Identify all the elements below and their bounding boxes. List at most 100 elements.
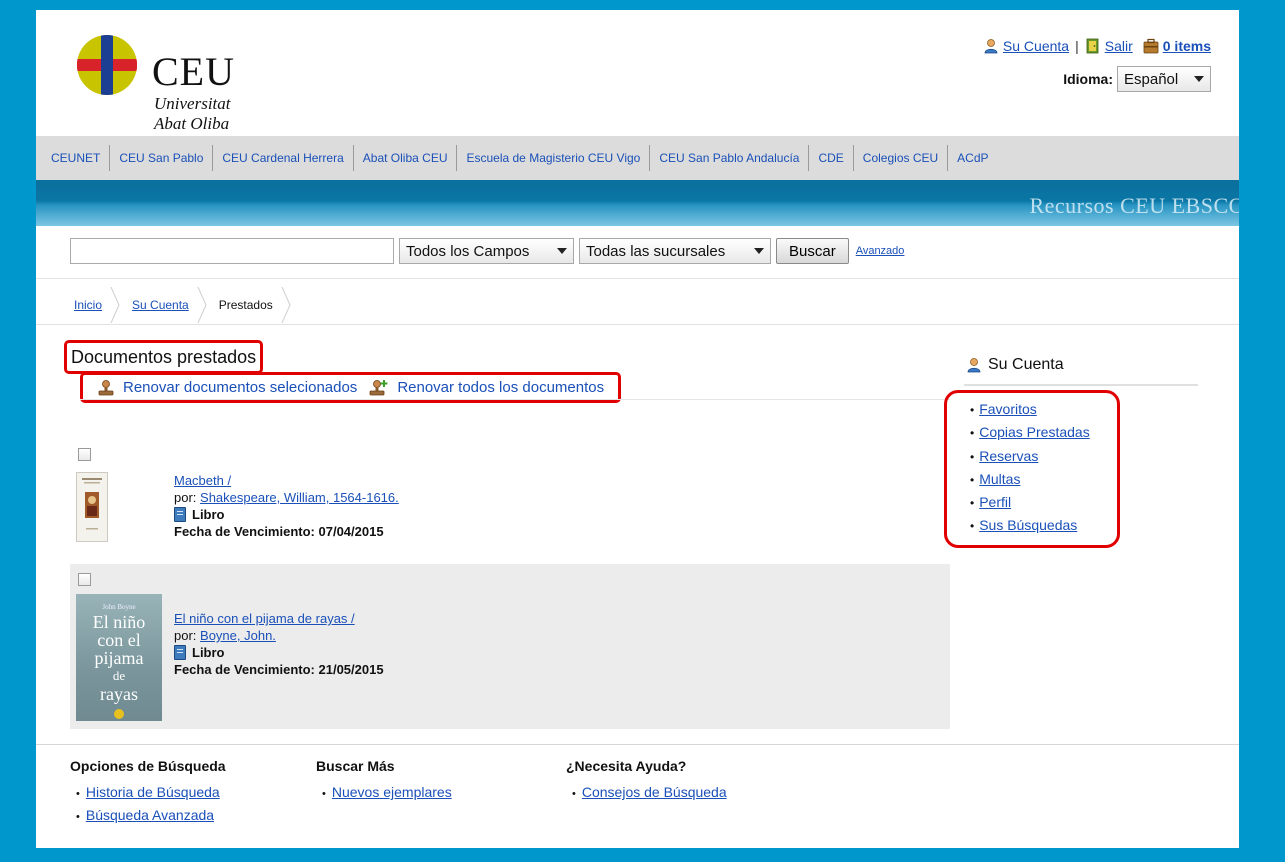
- footer-link[interactable]: Búsqueda Avanzada: [86, 807, 214, 823]
- footer-link-list: Nuevos ejemplares: [316, 782, 452, 805]
- author-link[interactable]: Boyne, John.: [200, 628, 276, 643]
- footer-list-item: Nuevos ejemplares: [322, 782, 452, 805]
- footer-list-item: Búsqueda Avanzada: [76, 805, 226, 828]
- sidebar-link-3[interactable]: Multas: [979, 471, 1020, 487]
- nav-link-3[interactable]: Abat Oliba CEU: [354, 145, 458, 171]
- sidebar-item: Multas: [970, 468, 1090, 491]
- nav-link-2[interactable]: CEU Cardenal Herrera: [213, 145, 354, 171]
- footer-column-title: ¿Necesita Ayuda?: [566, 758, 687, 774]
- item-title-link[interactable]: Macbeth /: [174, 473, 231, 488]
- item-checkbox[interactable]: [78, 573, 91, 586]
- by-label: por:: [174, 490, 197, 505]
- nav-link-0[interactable]: CEUNET: [42, 145, 111, 171]
- ceu-cross-icon: [77, 35, 137, 95]
- sidebar-item: Perfil: [970, 491, 1090, 514]
- nav-link-5[interactable]: CEU San Pablo Andalucía: [650, 145, 810, 171]
- book-icon: [174, 645, 186, 660]
- footer-link-list: Historia de Búsqueda Búsqueda Avanzada: [70, 782, 226, 828]
- book-icon: [174, 507, 186, 522]
- footer-column: ¿Necesita Ayuda? Consejos de Búsqueda: [566, 758, 727, 805]
- user-icon: [984, 39, 998, 54]
- format-label: Libro: [192, 645, 225, 660]
- advanced-search-link[interactable]: Avanzado: [856, 245, 905, 257]
- footer-link[interactable]: Consejos de Búsqueda: [582, 784, 727, 800]
- footer-column: Buscar Más Nuevos ejemplares: [316, 758, 452, 805]
- logo-wordmark: CEU: [152, 49, 235, 94]
- renew-selected-action[interactable]: Renovar documentos selecionados: [97, 379, 357, 397]
- search-button[interactable]: Buscar: [776, 238, 849, 264]
- user-icon: [967, 358, 981, 373]
- field-select-value: Todos los Campos: [406, 242, 530, 260]
- cover-emblem-icon: [114, 709, 124, 719]
- logo-subtitle-2: Abat Oliba: [154, 114, 230, 133]
- sidebar-heading: Su Cuenta: [966, 356, 1064, 374]
- language-label: Idioma:: [1063, 71, 1113, 87]
- nav-link-7[interactable]: Colegios CEU: [854, 145, 949, 171]
- cover-title-line: El niño: [92, 612, 146, 632]
- due-label: Fecha de Vencimiento:: [174, 524, 315, 539]
- search-input[interactable]: [70, 238, 394, 264]
- language-select[interactable]: Español: [1117, 66, 1211, 92]
- page: CEU Universitat Abat Oliba Su Cuenta | S…: [36, 10, 1239, 848]
- nav-link-4[interactable]: Escuela de Magisterio CEU Vigo: [457, 145, 651, 171]
- chevron-down-icon: [754, 248, 764, 254]
- author-link[interactable]: Shakespeare, William, 1564-1616.: [200, 490, 399, 505]
- divider: [36, 278, 1239, 279]
- item-details: Macbeth / por: Shakespeare, William, 156…: [174, 472, 399, 540]
- breadcrumb: Inicio Su Cuenta Prestados: [60, 287, 291, 323]
- stamp-add-icon: [369, 379, 388, 395]
- cover-title-line: pijama: [94, 648, 144, 668]
- item-title-link[interactable]: El niño con el pijama de rayas /: [174, 611, 355, 626]
- nav-link-8[interactable]: ACdP: [948, 145, 997, 171]
- footer-column-title: Opciones de Búsqueda: [70, 758, 226, 774]
- logout-link[interactable]: Salir: [1105, 38, 1133, 54]
- item-checkbox[interactable]: [78, 448, 91, 461]
- list-item: Macbeth / por: Shakespeare, William, 156…: [70, 440, 950, 560]
- cover-title-line: con el: [97, 630, 141, 650]
- sidebar-link-2[interactable]: Reservas: [979, 448, 1038, 464]
- branch-select-value: Todas las sucursales: [586, 242, 726, 260]
- briefcase-icon: [1143, 38, 1159, 54]
- stamp-icon: [98, 379, 114, 395]
- footer-column-title: Buscar Más: [316, 758, 395, 774]
- breadcrumb-separator-icon: [281, 287, 291, 323]
- site-nav: CEUNET CEU San Pablo CEU Cardenal Herrera A…: [36, 136, 1239, 180]
- nav-link-1[interactable]: CEU San Pablo: [110, 145, 214, 171]
- footer-link[interactable]: Historia de Búsqueda: [86, 784, 220, 800]
- footer-list-item: Consejos de Búsqueda: [572, 782, 727, 805]
- renew-all-link[interactable]: Renovar todos los documentos: [397, 379, 604, 396]
- account-link[interactable]: Su Cuenta: [1003, 38, 1069, 54]
- footer-list-item: Historia de Búsqueda: [76, 782, 226, 805]
- breadcrumb-item-account: Su Cuenta: [112, 287, 207, 323]
- language-selector: Idioma: Español: [1063, 66, 1211, 92]
- branch-select[interactable]: Todas las sucursales: [579, 238, 771, 264]
- book-cover-image[interactable]: [76, 472, 108, 542]
- sidebar-link-0[interactable]: Favoritos: [979, 401, 1037, 417]
- field-select[interactable]: Todos los Campos: [399, 238, 574, 264]
- sidebar-link-4[interactable]: Perfil: [979, 494, 1011, 510]
- sidebar-item: Favoritos: [970, 398, 1090, 421]
- sidebar-link-5[interactable]: Sus Búsquedas: [979, 517, 1077, 533]
- book-cover-image[interactable]: John Boyne El niño con el pijama de rayas: [76, 594, 162, 721]
- footer-link[interactable]: Nuevos ejemplares: [332, 784, 452, 800]
- breadcrumb-link-home[interactable]: Inicio: [74, 298, 102, 312]
- item-details: El niño con el pijama de rayas / por: Bo…: [174, 610, 384, 678]
- cart-link[interactable]: 0 items: [1163, 38, 1211, 54]
- divider: [36, 324, 1239, 325]
- due-label: Fecha de Vencimiento:: [174, 662, 315, 677]
- nav-link-6[interactable]: CDE: [809, 145, 854, 171]
- cover-title: El niño con el pijama de rayas: [76, 613, 162, 703]
- renew-selected-link[interactable]: Renovar documentos selecionados: [123, 379, 357, 396]
- chevron-down-icon: [1194, 76, 1204, 82]
- sidebar-item: Copias Prestadas: [970, 421, 1090, 444]
- breadcrumb-link-account[interactable]: Su Cuenta: [132, 298, 189, 312]
- cover-author: John Boyne: [102, 603, 136, 611]
- breadcrumb-item-current: Prestados: [199, 287, 291, 323]
- format-label: Libro: [192, 507, 225, 522]
- divider: [36, 744, 1239, 745]
- ceu-logo[interactable]: CEU Universitat Abat Oliba: [76, 34, 296, 144]
- footer-link-list: Consejos de Búsqueda: [566, 782, 727, 805]
- renew-all-action[interactable]: Renovar todos los documentos: [369, 379, 604, 397]
- language-value: Español: [1124, 70, 1179, 88]
- sidebar-link-1[interactable]: Copias Prestadas: [979, 424, 1090, 440]
